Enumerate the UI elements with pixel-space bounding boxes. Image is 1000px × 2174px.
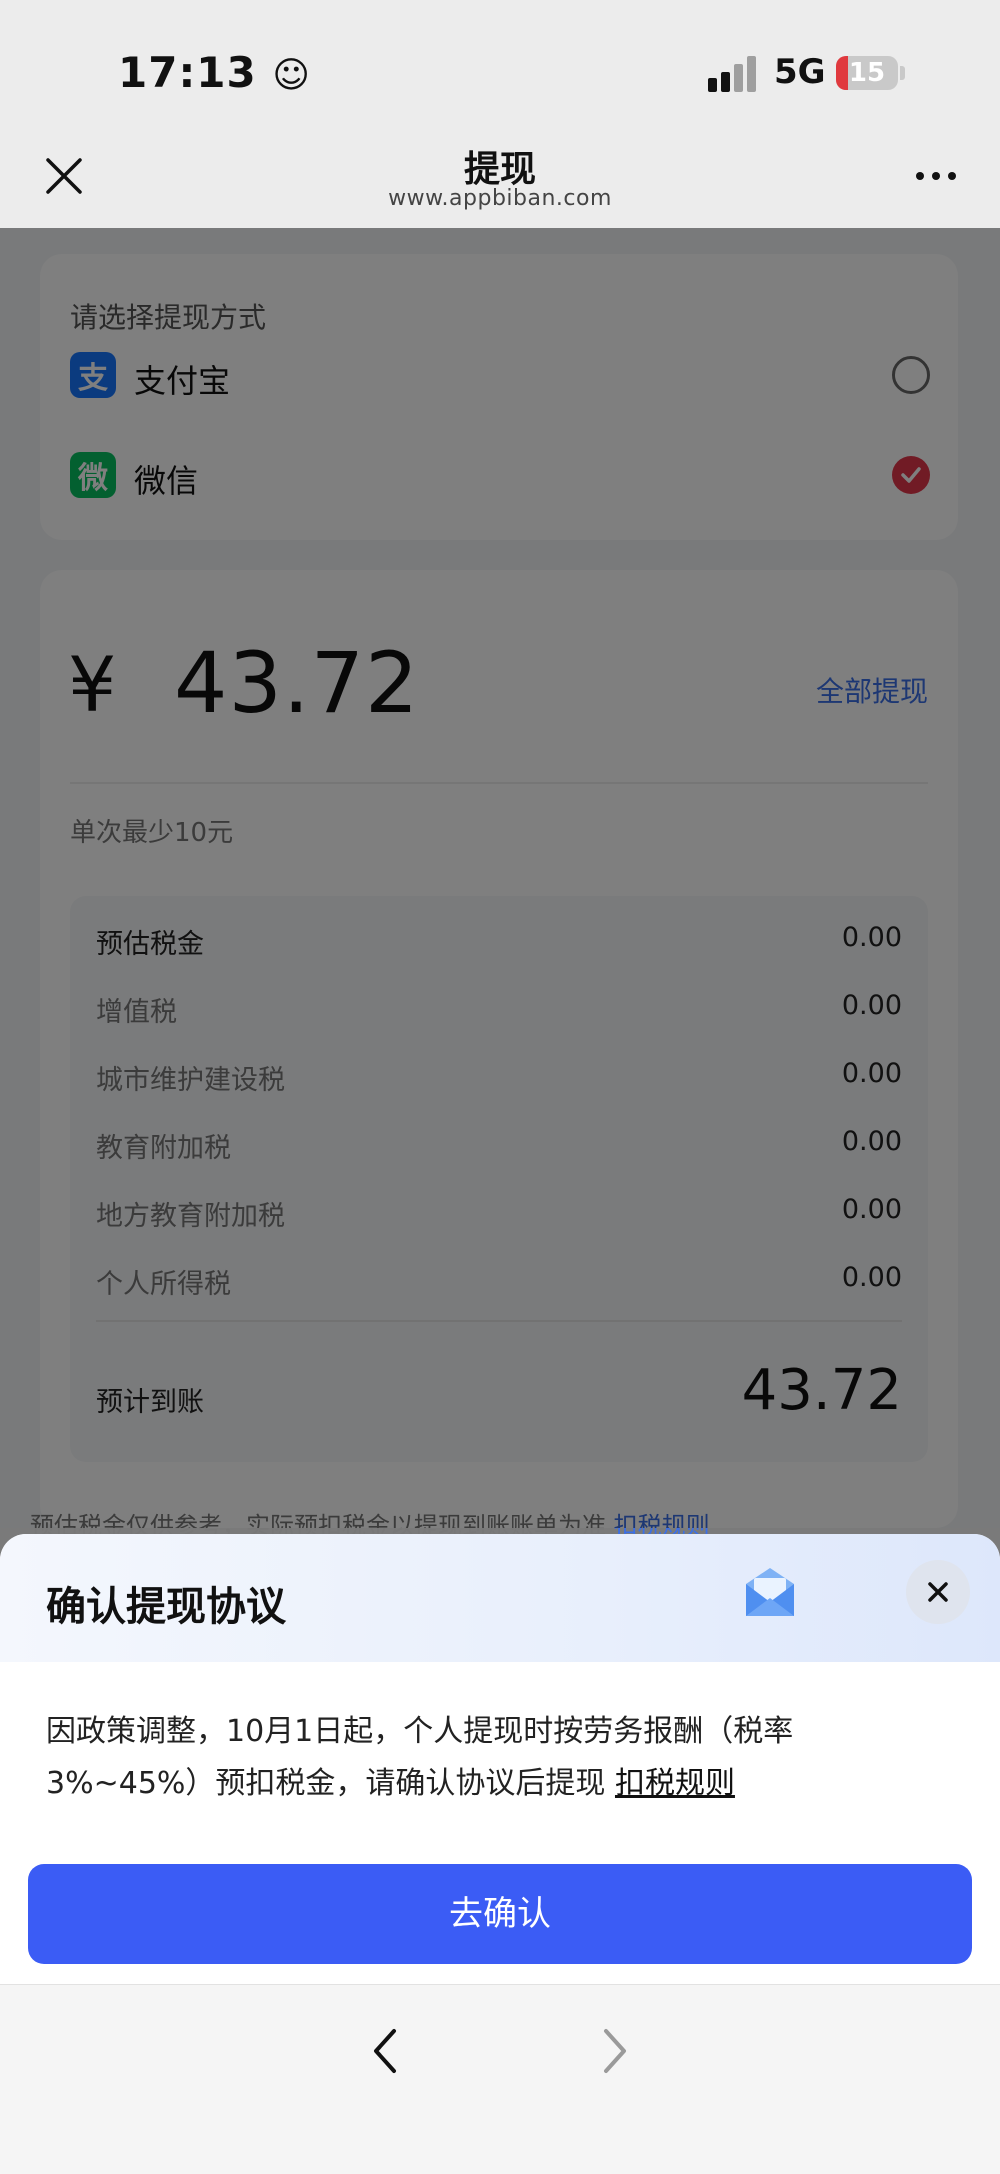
modal-backdrop[interactable] <box>0 228 1000 1528</box>
signal-strength-icon <box>708 56 760 92</box>
back-arrow-icon[interactable] <box>366 2021 406 2081</box>
battery-level: 15 <box>848 58 886 88</box>
sheet-close-button[interactable] <box>906 1560 970 1624</box>
confirm-button[interactable]: 去确认 <box>28 1864 972 1964</box>
smiley-icon: ☺ <box>272 55 311 96</box>
forward-arrow-icon[interactable] <box>594 2021 634 2081</box>
network-type: 5G <box>774 52 826 92</box>
battery-tip <box>900 66 905 80</box>
sheet-title: 确认提现协议 <box>46 1584 286 1630</box>
status-bar: 17:13 ☺ 5G 15 <box>0 0 1000 130</box>
browser-toolbar <box>0 1984 1000 2174</box>
more-icon[interactable] <box>914 170 958 182</box>
page-title: 提现 <box>463 149 536 190</box>
nav-bar: 提现 www.appbiban.com <box>0 130 1000 228</box>
status-time: 17:13 ☺ <box>118 48 311 97</box>
page-url: www.appbiban.com <box>388 186 612 211</box>
sheet-header: 确认提现协议 <box>0 1534 1000 1662</box>
battery-icon: 15 <box>836 56 898 90</box>
sheet-message: 因政策调整，10月1日起，个人提现时按劳务报酬（税率3%~45%）预扣税金，请确… <box>46 1706 946 1810</box>
envelope-icon <box>746 1568 794 1616</box>
confirm-agreement-sheet: 确认提现协议 因政策调整，10月1日起，个人提现时按劳务报酬（税率3%~45%）… <box>0 1534 1000 1984</box>
tax-rules-link[interactable]: 扣税规则 <box>615 1766 735 1801</box>
close-icon <box>928 1582 948 1602</box>
